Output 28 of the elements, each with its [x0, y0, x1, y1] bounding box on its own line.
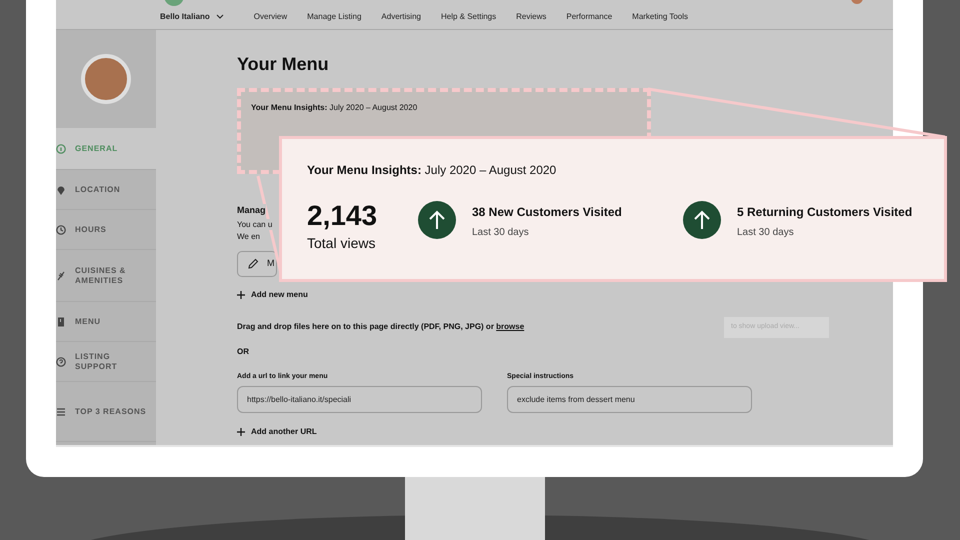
stat-title: 5 Returning Customers Visited — [737, 204, 912, 221]
input-field[interactable]: exclude items from dessert menu — [507, 386, 752, 413]
insights-title: Your Menu Insights: July 2020 – August 2020 — [307, 162, 558, 179]
edit-menu-button[interactable]: M — [237, 250, 277, 276]
stat-title: 38 New Customers Visited — [472, 204, 622, 221]
input-field[interactable]: https://bello-italiano.it/speciali — [237, 386, 482, 413]
add-link[interactable]: Add new menu — [237, 288, 893, 300]
total-views-value: 2,143 — [307, 201, 378, 231]
nav-link[interactable]: Advertising — [381, 11, 421, 23]
upload-instructions: Drag and drop files here on to this page directly (PDF, PNG, JPG) or browse — [237, 321, 524, 333]
nav-link[interactable]: Marketing Tools — [632, 11, 688, 23]
description-text: You can u — [237, 218, 272, 230]
nav-link[interactable]: Overview — [254, 11, 288, 23]
nav-link[interactable]: Reviews — [516, 11, 546, 23]
browse-link[interactable]: browse — [496, 322, 524, 331]
or-label: OR — [237, 346, 250, 358]
nav-link[interactable]: Performance — [566, 11, 612, 23]
nav-link[interactable]: Manage Listing — [307, 11, 362, 23]
add-link[interactable]: Add another URL — [237, 426, 893, 438]
stat-caption: Last 30 days — [737, 226, 795, 240]
section-heading: Manag — [237, 204, 266, 218]
stat-caption: Last 30 days — [472, 226, 530, 240]
page-title: Your Menu — [237, 53, 330, 76]
description-text: We en — [237, 230, 260, 242]
brand-menu[interactable]: Bello Italiano — [160, 11, 224, 23]
insights-title: Your Menu Insights: July 2020 – August 2020 — [251, 102, 418, 114]
nav-link[interactable]: Help & Settings — [440, 11, 496, 23]
total-views-label: Total views — [307, 234, 376, 253]
